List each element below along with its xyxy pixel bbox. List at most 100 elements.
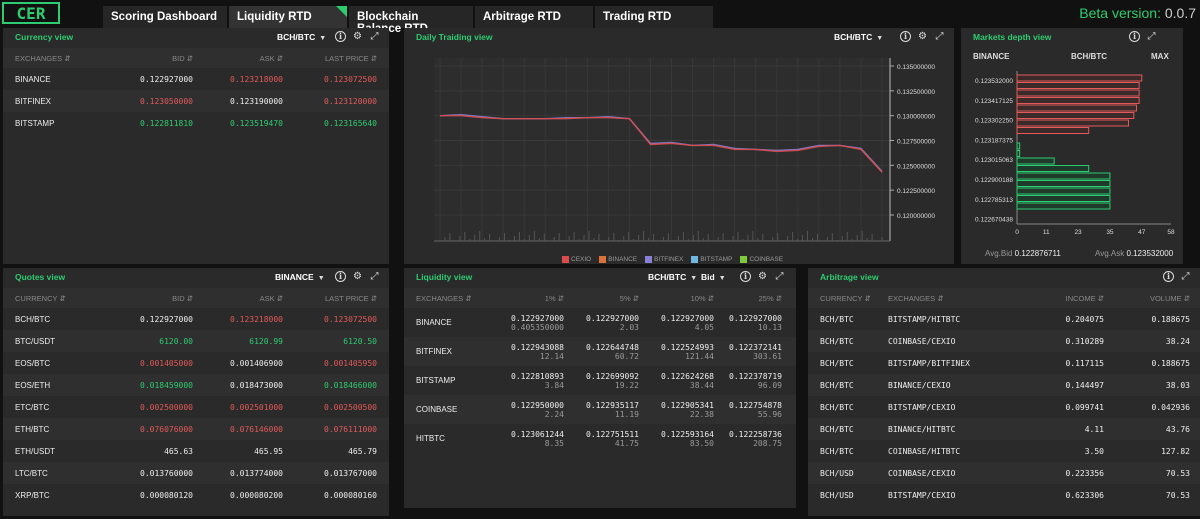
expand-icon[interactable]: ⤢: [934, 31, 945, 42]
table-row[interactable]: LTC/BTC 0.013760000 0.013774000 0.013767000: [3, 462, 389, 484]
ask-bar[interactable]: [1016, 127, 1090, 134]
col-ask[interactable]: ASK ⇵: [193, 48, 283, 68]
expand-icon[interactable]: ⤢: [369, 31, 380, 42]
table-row[interactable]: ETH/USDT 465.63 465.95 465.79: [3, 440, 389, 462]
table-row[interactable]: BCH/BTC COINBASE/HITBTC 3.50 127.82: [808, 440, 1200, 462]
pair-select[interactable]: BCH/BTC ▼: [648, 272, 697, 282]
volume-value: 55.96: [757, 409, 782, 419]
pair-select[interactable]: BCH/BTC ▼: [834, 32, 883, 42]
bid-bar[interactable]: [1016, 202, 1111, 210]
ask-bar[interactable]: [1016, 97, 1140, 104]
info-icon[interactable]: i: [900, 31, 911, 42]
legend-item-coinbase[interactable]: COINBASE: [740, 256, 783, 263]
col-25pct[interactable]: 25% ⇵: [714, 288, 796, 308]
expand-icon[interactable]: ⤢: [1180, 271, 1191, 282]
col-5pct[interactable]: 5% ⇵: [564, 288, 639, 308]
pair-select[interactable]: BCH/BTC ▼: [277, 32, 326, 42]
cer-logo[interactable]: CER: [2, 2, 60, 24]
col-last-price[interactable]: LAST PRICE ⇵: [283, 48, 389, 68]
last-price-cell: 0.013767000: [283, 462, 389, 484]
table-row[interactable]: BCH/BTC BITSTAMP/CEXIO 0.099741 0.042936: [808, 396, 1200, 418]
table-row[interactable]: BCH/BTC BINANCE/CEXIO 0.144497 38.03: [808, 374, 1200, 396]
gear-icon[interactable]: ⚙: [352, 31, 363, 42]
legend-item-bitfinex[interactable]: BITFINEX: [645, 256, 683, 263]
x-tick-label: 23: [1074, 229, 1082, 236]
gear-icon[interactable]: ⚙: [352, 271, 363, 282]
table-row[interactable]: BINANCE 0.122927000 0.405350000 0.122927000…: [404, 308, 796, 337]
tab-arbitrage-rtd[interactable]: Arbitrage RTD: [475, 6, 595, 28]
gear-icon[interactable]: ⚙: [917, 31, 928, 42]
col-currency[interactable]: CURRENCY ⇵: [3, 288, 113, 308]
bid-bar[interactable]: [1016, 180, 1111, 187]
table-row[interactable]: BINANCE 0.122927000 0.123218000 0.123072500: [3, 68, 389, 90]
info-icon[interactable]: i: [1163, 271, 1174, 282]
col-exchanges[interactable]: EXCHANGES ⇵: [3, 48, 113, 68]
table-row[interactable]: BITSTAMP 0.122810893 3.84 0.122699092 19.22 0…: [404, 366, 796, 395]
expand-icon[interactable]: ⤢: [774, 271, 785, 282]
table-row[interactable]: BCH/BTC BITSTAMP/BITFINEX 0.117115 0.188675: [808, 352, 1200, 374]
table-row[interactable]: BITFINEX 0.123050000 0.123190000 0.12312000…: [3, 90, 389, 112]
bid-bar[interactable]: [1016, 195, 1111, 202]
legend-item-cexio[interactable]: CEXIO: [562, 256, 591, 263]
tab-trading-rtd[interactable]: Trading RTD: [595, 6, 715, 28]
ask-bar[interactable]: [1016, 82, 1140, 89]
bid-bar[interactable]: [1016, 172, 1111, 180]
info-icon[interactable]: i: [1129, 31, 1140, 42]
bid-bar[interactable]: [1016, 187, 1111, 195]
ask-bar[interactable]: [1016, 119, 1130, 127]
gear-icon[interactable]: ⚙: [757, 271, 768, 282]
legend-item-bitstamp[interactable]: BITSTAMP: [691, 256, 732, 263]
volume-value: 121.44: [685, 351, 714, 361]
ask-bar[interactable]: [1016, 89, 1140, 97]
table-row[interactable]: BCH/USD BITSTAMP/CEXIO 0.623306 70.53: [808, 484, 1200, 506]
table-row[interactable]: BCH/BTC BITSTAMP/HITBTC 0.204075 0.188675: [808, 308, 1200, 330]
table-row[interactable]: HITBTC 0.123061244 8.35 0.122751511 41.75 0.1…: [404, 424, 796, 453]
col-bid[interactable]: BID ⇵: [113, 48, 193, 68]
ask-bar[interactable]: [1016, 112, 1135, 119]
col-exchanges[interactable]: EXCHANGES ⇵: [888, 288, 1014, 308]
col-income[interactable]: INCOME ⇵: [1014, 288, 1104, 308]
tab-blockchain-balance-rtd[interactable]: Blockchain Balance RTD: [349, 6, 475, 35]
ask-bar[interactable]: [1016, 74, 1143, 82]
table-row[interactable]: ETH/BTC 0.076076000 0.076146000 0.076111000: [3, 418, 389, 440]
bid-bar[interactable]: [1016, 165, 1090, 172]
table-row[interactable]: BCH/BTC 0.122927000 0.123218000 0.123072500: [3, 308, 389, 330]
exchanges-cell: BINANCE/CEXIO: [888, 374, 1014, 396]
table-row[interactable]: BCH/USD COINBASE/CEXIO 0.223356 70.53: [808, 462, 1200, 484]
table-row[interactable]: BITSTAMP 0.122811810 0.123519470 0.12316564…: [3, 112, 389, 134]
col-bid[interactable]: BID ⇵: [113, 288, 193, 308]
info-icon[interactable]: i: [335, 271, 346, 282]
table-row[interactable]: BCH/BTC COINBASE/CEXIO 0.310289 38.24: [808, 330, 1200, 352]
trading-line-chart[interactable]: 0.135000000 0.132500000 0.130000000 0.12750…: [404, 48, 954, 248]
market-depth-chart[interactable]: 0.123532000 0.123417125 0.123302250 0.12318…: [961, 66, 1183, 236]
ask-bar[interactable]: [1016, 104, 1137, 112]
table-row[interactable]: XRP/BTC 0.000080120 0.000080200 0.000080160: [3, 484, 389, 506]
table-row[interactable]: EOS/ETH 0.018459000 0.018473000 0.018466000: [3, 374, 389, 396]
bid-bar[interactable]: [1016, 157, 1055, 165]
table-row[interactable]: COINBASE 0.122950000 2.24 0.122935117 11.19 0…: [404, 395, 796, 424]
expand-icon[interactable]: ⤢: [369, 271, 380, 282]
table-row[interactable]: EOS/BTC 0.001405000 0.001406900 0.001405950: [3, 352, 389, 374]
info-icon[interactable]: i: [335, 31, 346, 42]
table-row[interactable]: BTC/USDT 6120.00 6120.99 6120.50: [3, 330, 389, 352]
table-row[interactable]: ETC/BTC 0.002500000 0.002501000 0.002500500: [3, 396, 389, 418]
col-10pct[interactable]: 10% ⇵: [639, 288, 714, 308]
info-icon[interactable]: i: [740, 271, 751, 282]
table-row[interactable]: BITFINEX 0.122943088 12.14 0.122644748 60.72…: [404, 337, 796, 366]
expand-icon[interactable]: ⤢: [1146, 31, 1157, 42]
col-exchanges[interactable]: EXCHANGES ⇵: [404, 288, 488, 308]
bid-bar[interactable]: [1016, 142, 1021, 150]
tab-scoring-dashboard[interactable]: Scoring Dashboard: [103, 6, 229, 28]
side-select[interactable]: Bid ▼: [701, 272, 726, 282]
legend-item-binance[interactable]: BINANCE: [599, 256, 637, 263]
col-volume[interactable]: VOLUME ⇵: [1104, 288, 1200, 308]
col-currency[interactable]: CURRENCY ⇵: [808, 288, 888, 308]
table-row[interactable]: BCH/BTC BINANCE/HITBTC 4.11 43.76: [808, 418, 1200, 440]
bid-bar[interactable]: [1016, 150, 1021, 157]
tab-liquidity-rtd[interactable]: Liquidity RTD: [229, 6, 349, 28]
col-1pct[interactable]: 1% ⇵: [488, 288, 564, 308]
col-last-price[interactable]: LAST PRICE ⇵: [283, 288, 389, 308]
col-ask[interactable]: ASK ⇵: [193, 288, 283, 308]
exchange-select[interactable]: BINANCE ▼: [275, 272, 325, 282]
panel-header: Arbitrage view i ⤢: [808, 268, 1200, 288]
